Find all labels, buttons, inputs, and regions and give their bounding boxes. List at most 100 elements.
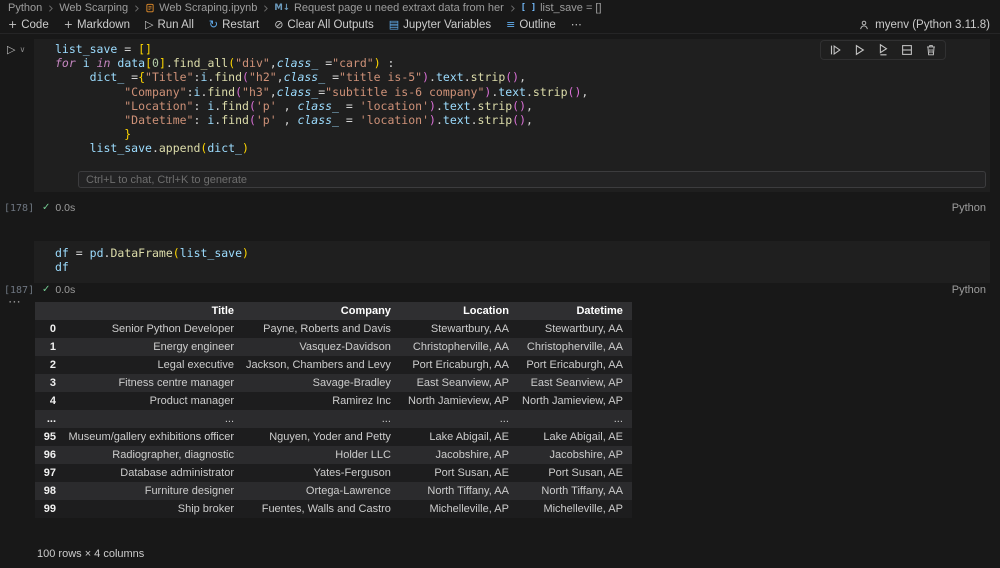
- table-cell: Michelleville, AP: [429, 503, 509, 515]
- clear-all-outputs-button[interactable]: ⊘ Clear All Outputs: [274, 19, 374, 31]
- table-row: ...............: [35, 410, 632, 428]
- table-cell: Jacobshire, AP: [435, 449, 509, 461]
- outline-button[interactable]: ≡ Outline: [506, 19, 556, 31]
- clear-outputs-label: Clear All Outputs: [287, 18, 374, 31]
- run-cell-button[interactable]: ▷ ∨: [7, 44, 25, 55]
- clear-outputs-icon: ⊘: [274, 18, 284, 31]
- restart-kernel-button[interactable]: ↻ Restart: [209, 19, 259, 31]
- chevron-down-icon: ∨: [19, 44, 26, 54]
- check-icon: ✓: [42, 284, 51, 295]
- table-cell: Stewartbury, AA: [430, 323, 509, 335]
- table-cell: Nguyen, Yoder and Petty: [269, 431, 391, 443]
- breadcrumb-item-markdown-cell[interactable]: M↓ Request page u need extraxt data from…: [274, 2, 503, 14]
- breadcrumb-label: list_save = []: [540, 2, 602, 14]
- table-cell: Lake Abigail, AE: [543, 431, 623, 443]
- table-cell: East Seanview, AP: [530, 377, 623, 389]
- table-cell: ...: [499, 413, 509, 425]
- breadcrumb-item-code-cell[interactable]: [ ] list_save = []: [521, 2, 602, 14]
- table-cell: Museum/gallery exhibitions officer: [68, 431, 234, 443]
- code-line: dict_ ={"Title":i.find("h2",class_ ="tit…: [89, 70, 527, 85]
- jupyter-variables-label: Jupyter Variables: [403, 18, 492, 31]
- table-cell: Holder LLC: [335, 449, 391, 461]
- restart-label: Restart: [222, 18, 260, 31]
- breadcrumb: Python Web Scarping Web Scraping.ipynb M…: [0, 0, 1000, 16]
- row-index: 98: [43, 485, 56, 497]
- table-cell: Lake Abigail, AE: [429, 431, 509, 443]
- table-cell: Jackson, Chambers and Levy: [246, 359, 391, 371]
- kernel-picker[interactable]: myenv (Python 3.11.8): [858, 19, 990, 31]
- column-header: Location: [463, 305, 509, 317]
- breadcrumb-item-notebook-file[interactable]: Web Scraping.ipynb: [145, 2, 257, 14]
- row-index: 99: [43, 503, 56, 515]
- dataframe-output-table: Title Company Location Datetime 0 Senior Pyt…: [35, 302, 632, 518]
- outline-label: Outline: [519, 18, 556, 31]
- code-cell-editor-1[interactable]: list_save = [] for i in data[0].find_all(…: [34, 39, 990, 192]
- code-line: "Company":i.find("h3",class_="subtitle i…: [124, 84, 589, 99]
- inline-chat-hint: Ctrl+L to chat, Ctrl+K to generate: [78, 171, 986, 188]
- add-code-cell-button[interactable]: + Code: [8, 19, 49, 31]
- code-line: "Location": i.find('p' , class_ = 'locat…: [124, 98, 533, 113]
- outline-icon: ≡: [506, 18, 516, 31]
- breadcrumb-item-python[interactable]: Python: [8, 2, 42, 14]
- column-header: Title: [211, 305, 234, 317]
- code-cell-editor-2[interactable]: df = pd.DataFrame(list_save) df: [34, 241, 990, 283]
- run-by-line-icon[interactable]: [828, 43, 842, 57]
- run-all-button[interactable]: ▷ Run All: [145, 19, 194, 31]
- split-cell-icon[interactable]: [900, 43, 914, 57]
- table-cell: Fitness centre manager: [118, 377, 234, 389]
- execution-count: [178]: [4, 203, 35, 214]
- row-index: 1: [49, 341, 56, 353]
- restart-icon: ↻: [208, 18, 219, 31]
- run-cell-icon: ▷: [7, 43, 16, 56]
- notebook-icon: [146, 3, 154, 13]
- column-header: Company: [340, 305, 391, 317]
- variables-icon: ▤: [388, 18, 400, 31]
- breadcrumb-label: Request page u need extraxt data from he…: [293, 2, 504, 14]
- cell-status-bar-2: [187] ✓ 0.0s Python: [0, 284, 1000, 298]
- code-line: list_save.append(dict_): [89, 141, 249, 156]
- table-cell: ...: [613, 413, 623, 425]
- table-cell: Energy engineer: [153, 341, 234, 353]
- table-cell: East Seanview, AP: [416, 377, 509, 389]
- table-cell: Ship broker: [177, 503, 234, 515]
- jupyter-variables-button[interactable]: ▤ Jupyter Variables: [389, 19, 491, 31]
- table-cell: Port Susan, AE: [548, 467, 623, 479]
- chevron-right-icon: [264, 4, 269, 12]
- execute-cell-icon[interactable]: [852, 43, 866, 57]
- code-line: "Datetime": i.find('p' , class_ = 'locat…: [124, 112, 533, 127]
- execute-below-icon[interactable]: [876, 43, 890, 57]
- cell-language-label[interactable]: Python: [952, 202, 986, 214]
- cell-language-label[interactable]: Python: [952, 284, 986, 296]
- breadcrumb-label: Python: [8, 2, 43, 14]
- cell-success-status: ✓ 0.0s: [42, 284, 75, 296]
- symbol-array-icon: [ ]: [520, 3, 537, 13]
- table-cell: Christopherville, AA: [412, 341, 509, 353]
- table-cell: ...: [224, 413, 234, 425]
- table-cell: North Jamieview, AP: [408, 395, 509, 407]
- plus-icon: +: [8, 18, 18, 31]
- table-row: 99 Ship broker Fuentes, Walls and Castro Mi…: [35, 500, 632, 518]
- collapse-output-button[interactable]: ⋯: [8, 296, 21, 309]
- table-cell: Christopherville, AA: [526, 341, 623, 353]
- more-actions-button[interactable]: ⋯: [571, 19, 582, 30]
- row-index: 95: [43, 431, 56, 443]
- row-index: 96: [43, 449, 56, 461]
- chevron-right-icon: [135, 4, 139, 12]
- table-row: 2 Legal executive Jackson, Chambers and Le…: [35, 356, 632, 374]
- table-cell: Vasquez-Davidson: [299, 341, 391, 353]
- cell-status-bar-1: [178] ✓ 0.0s Python: [0, 202, 1000, 216]
- breadcrumb-label: Web Scraping.ipynb: [159, 2, 258, 14]
- delete-cell-icon[interactable]: [924, 43, 938, 57]
- markdown-icon: M↓: [274, 2, 290, 13]
- table-cell: Radiographer, diagnostic: [112, 449, 234, 461]
- check-icon: ✓: [42, 202, 51, 213]
- table-row: 0 Senior Python Developer Payne, Roberts a…: [35, 320, 632, 338]
- add-markdown-cell-button[interactable]: + Markdown: [64, 19, 130, 31]
- row-index: 97: [43, 467, 56, 479]
- cell-success-status: ✓ 0.0s: [42, 202, 75, 214]
- kernel-label: myenv (Python 3.11.8): [875, 18, 990, 31]
- table-cell: Port Ericaburgh, AA: [412, 359, 509, 371]
- code-line: df: [55, 260, 69, 275]
- breadcrumb-item-folder[interactable]: Web Scarping: [59, 2, 128, 14]
- table-cell: Stewartbury, AA: [544, 323, 623, 335]
